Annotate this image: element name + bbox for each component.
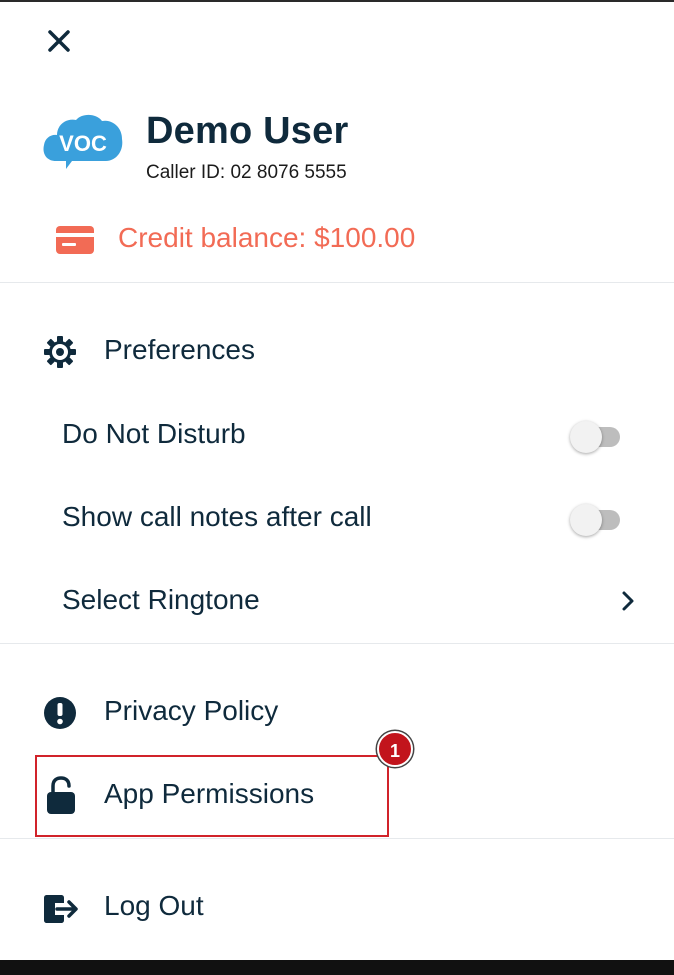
menu-item-privacy-policy[interactable]: Privacy Policy	[0, 681, 674, 745]
setting-label: Show call notes after call	[62, 501, 372, 532]
voc-logo: VOC	[43, 114, 123, 169]
annotation-badge: 1	[377, 731, 413, 767]
setting-row-show-call-notes[interactable]: Show call notes after call	[0, 487, 674, 551]
setting-label: Select Ringtone	[62, 584, 260, 615]
logout-icon	[44, 895, 78, 923]
show-call-notes-toggle[interactable]	[570, 502, 622, 536]
svg-text:VOC: VOC	[59, 131, 107, 156]
caller-id: Caller ID: 02 8076 5555	[146, 162, 347, 183]
chevron-right-icon	[622, 591, 634, 611]
top-border	[0, 0, 674, 2]
close-icon	[48, 30, 70, 52]
setting-row-do-not-disturb[interactable]: Do Not Disturb	[0, 404, 674, 468]
setting-label: Do Not Disturb	[62, 418, 246, 449]
divider	[0, 282, 674, 283]
setting-row-select-ringtone[interactable]: Select Ringtone	[0, 570, 674, 634]
gear-icon	[44, 336, 76, 368]
menu-item-log-out[interactable]: Log Out	[0, 876, 674, 940]
preferences-heading: Preferences	[0, 320, 674, 384]
divider	[0, 838, 674, 839]
close-button[interactable]	[44, 26, 74, 56]
info-exclamation-icon	[44, 697, 76, 729]
do-not-disturb-toggle[interactable]	[570, 419, 622, 453]
bottom-bar	[0, 960, 674, 975]
profile-header: VOC Demo User Caller ID: 02 8076 5555	[0, 100, 674, 190]
user-name: Demo User	[146, 110, 349, 152]
credit-balance: Credit balance: $100.00	[0, 214, 674, 266]
divider	[0, 643, 674, 644]
toggle-thumb	[570, 504, 602, 536]
annotation-highlight	[35, 755, 389, 837]
menu-item-label: Log Out	[104, 890, 204, 921]
preferences-title: Preferences	[104, 334, 255, 365]
toggle-thumb	[570, 421, 602, 453]
credit-card-icon	[56, 226, 94, 254]
credit-balance-label: Credit balance: $100.00	[118, 222, 416, 253]
menu-item-label: Privacy Policy	[104, 695, 279, 726]
